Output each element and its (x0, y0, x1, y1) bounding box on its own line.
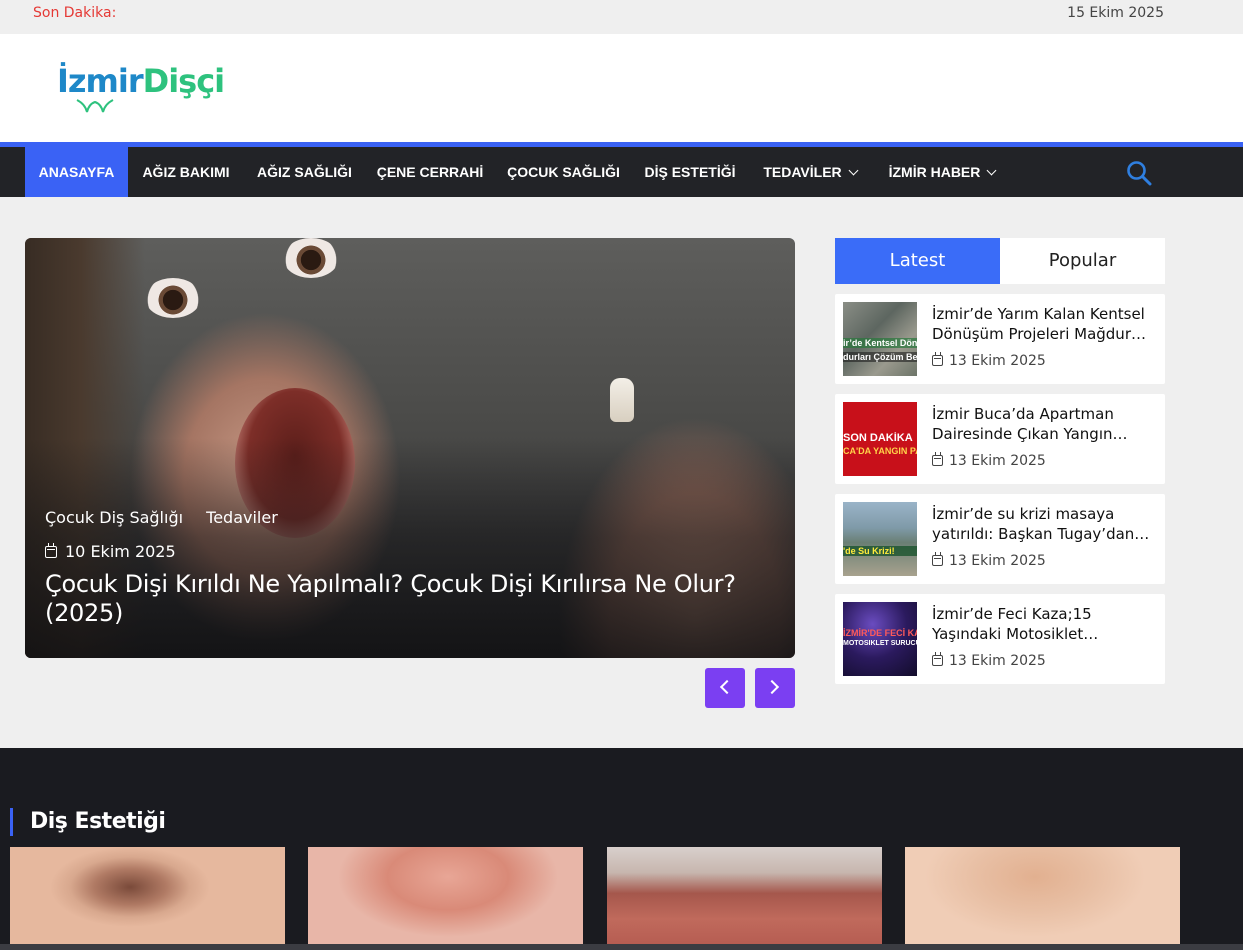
hero-categories: Çocuk Diş Sağlığı Tedaviler (45, 508, 296, 527)
featured-slider[interactable]: Çocuk Diş Sağlığı Tedaviler 10 Ekim 2025… (25, 238, 795, 658)
tab-latest[interactable]: Latest (835, 238, 1000, 284)
search-icon (1127, 161, 1152, 186)
top-bar: Son Dakika: 15 Ekim 2025 (0, 0, 1243, 34)
chevron-left-icon (719, 679, 735, 695)
nav-item-agiz-bakimi[interactable]: AĞIZ BAKIMI (128, 147, 244, 197)
breaking-news-label: Son Dakika: (33, 5, 117, 21)
nav-item-tedaviler[interactable]: TEDAVİLER (748, 147, 872, 197)
chevron-right-icon (764, 679, 780, 695)
article-card-image[interactable] (10, 847, 285, 950)
slider-next-button[interactable] (755, 668, 795, 708)
search-button[interactable] (1125, 159, 1153, 187)
post-date: 13 Ekim 2025 (932, 452, 1046, 469)
post-title-link[interactable]: İzmir Buca’da Apartman Dairesinde Çıkan … (932, 404, 1157, 444)
chevron-down-icon (986, 165, 997, 176)
article-card-image[interactable] (905, 847, 1180, 950)
horizontal-scrollbar[interactable] (0, 944, 1243, 950)
main-navigation: ANASAYFA AĞIZ BAKIMI AĞIZ SAĞLIĞI ÇENE C… (0, 147, 1243, 197)
list-item[interactable]: ir’de Kentsel Dönüş durları Çözüm Bekl İ… (835, 294, 1165, 384)
section-title: Diş Estetiği (10, 808, 166, 836)
calendar-icon (932, 352, 943, 366)
calendar-icon (45, 543, 57, 558)
current-date: 15 Ekim 2025 (1067, 5, 1164, 21)
list-item[interactable]: 'de Su Krizi! İzmir’de su krizi masaya y… (835, 494, 1165, 584)
post-title-link[interactable]: İzmir’de su krizi masaya yatırıldı: Başk… (932, 504, 1157, 544)
logo-text-part1: İzmir (57, 62, 144, 100)
hero-date: 10 Ekim 2025 (45, 542, 176, 561)
hero-category-link[interactable]: Tedaviler (206, 508, 278, 527)
post-title-link[interactable]: İzmir’de Feci Kaza;15 Yaşındaki Motosikl… (932, 604, 1157, 644)
post-thumbnail[interactable]: İZMİR'DE FECİ KAZA MOTOSİKLET SÜRÜCÜSÜ Ö… (843, 602, 917, 676)
site-logo[interactable]: İzmirDişçi (57, 62, 227, 114)
calendar-icon (932, 652, 943, 666)
nav-item-dis-estetigi[interactable]: DİŞ ESTETİĞİ (632, 147, 748, 197)
nav-item-cocuk-sagligi[interactable]: ÇOCUK SAĞLIĞI (495, 147, 632, 197)
chevron-down-icon (848, 165, 859, 176)
tooth-image-detail (610, 378, 634, 422)
list-item[interactable]: İZMİR'DE FECİ KAZA MOTOSİKLET SÜRÜCÜSÜ Ö… (835, 594, 1165, 684)
calendar-icon (932, 452, 943, 466)
calendar-icon (932, 552, 943, 566)
site-header: İzmirDişçi (0, 34, 1243, 144)
post-date: 13 Ekim 2025 (932, 652, 1046, 669)
tab-popular[interactable]: Popular (1000, 238, 1165, 284)
post-date: 13 Ekim 2025 (932, 552, 1046, 569)
hero-title-link[interactable]: Çocuk Dişi Kırıldı Ne Yapılmalı? Çocuk D… (45, 570, 765, 628)
post-thumbnail[interactable]: 'de Su Krizi! (843, 502, 917, 576)
article-card-image[interactable] (308, 847, 583, 950)
list-item[interactable]: SON DAKİKA CA'DA YANGIN PA İzmir Buca’da… (835, 394, 1165, 484)
logo-text-part2: Dişçi (142, 62, 226, 100)
slider-prev-button[interactable] (705, 668, 745, 708)
post-title-link[interactable]: İzmir’de Yarım Kalan Kentsel Dönüşüm Pro… (932, 304, 1157, 344)
nav-item-agiz-sagligi[interactable]: AĞIZ SAĞLIĞI (244, 147, 365, 197)
nav-item-anasayfa[interactable]: ANASAYFA (25, 147, 128, 197)
article-card-image[interactable] (607, 847, 882, 950)
nav-item-izmir-haber[interactable]: İZMİR HABER (872, 147, 1012, 197)
post-date: 13 Ekim 2025 (932, 352, 1046, 369)
post-thumbnail[interactable]: SON DAKİKA CA'DA YANGIN PA (843, 402, 917, 476)
hero-category-link[interactable]: Çocuk Diş Sağlığı (45, 508, 183, 527)
nav-item-cene-cerrahi[interactable]: ÇENE CERRAHİ (365, 147, 495, 197)
post-thumbnail[interactable]: ir’de Kentsel Dönüş durları Çözüm Bekl (843, 302, 917, 376)
tooth-logo-icon (76, 99, 114, 113)
